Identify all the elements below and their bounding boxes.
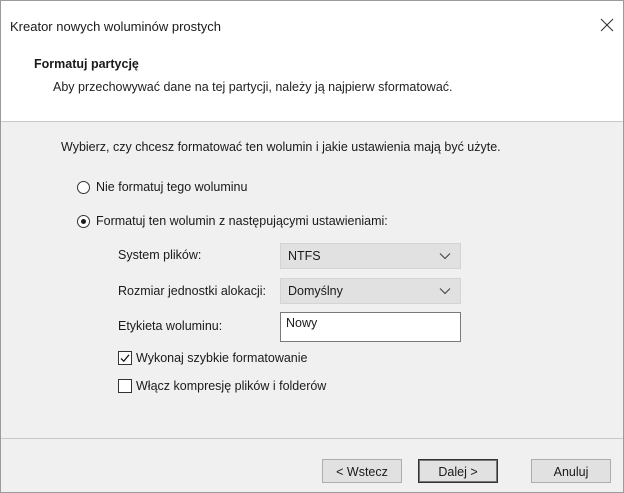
wizard-window: Kreator nowych woluminów prostych Format… bbox=[0, 0, 624, 493]
close-icon bbox=[600, 18, 614, 32]
filesystem-value: NTFS bbox=[288, 249, 321, 263]
back-button[interactable]: < Wstecz bbox=[322, 459, 402, 483]
compression-checkbox[interactable] bbox=[118, 379, 132, 393]
quick-format-checkbox[interactable] bbox=[118, 351, 132, 365]
allocation-value: Domyślny bbox=[288, 284, 343, 298]
quick-format-option[interactable]: Wykonaj szybkie formatowanie bbox=[118, 351, 307, 365]
filesystem-label: System plików: bbox=[118, 248, 202, 262]
cancel-button[interactable]: Anuluj bbox=[531, 459, 611, 483]
chevron-down-icon bbox=[430, 278, 460, 304]
next-button[interactable]: Dalej > bbox=[418, 459, 498, 483]
chevron-down-icon bbox=[430, 243, 460, 269]
checkmark-icon bbox=[120, 354, 130, 363]
quick-format-label: Wykonaj szybkie formatowanie bbox=[136, 351, 308, 365]
radio-format[interactable]: Formatuj ten wolumin z następującymi ust… bbox=[77, 214, 388, 228]
instruction-text: Wybierz, czy chcesz formatować ten wolum… bbox=[61, 140, 501, 154]
compression-label: Włącz kompresję plików i folderów bbox=[136, 379, 327, 393]
filesystem-select[interactable]: NTFS bbox=[280, 243, 461, 269]
volume-label-label: Etykieta woluminu: bbox=[118, 319, 223, 333]
volume-label-input[interactable]: Nowy bbox=[280, 312, 461, 342]
close-button[interactable] bbox=[597, 15, 617, 35]
radio-no-format[interactable]: Nie formatuj tego woluminu bbox=[77, 180, 247, 194]
radio-no-format-label: Nie formatuj tego woluminu bbox=[96, 180, 248, 194]
compression-option[interactable]: Włącz kompresję plików i folderów bbox=[118, 379, 326, 393]
wizard-content: Wybierz, czy chcesz formatować ten wolum… bbox=[1, 122, 623, 438]
window-title: Kreator nowych woluminów prostych bbox=[10, 19, 221, 34]
radio-button-selected[interactable] bbox=[77, 214, 90, 228]
allocation-select[interactable]: Domyślny bbox=[280, 278, 461, 304]
title-bar: Kreator nowych woluminów prostych bbox=[1, 1, 623, 43]
radio-format-label: Formatuj ten wolumin z następującymi ust… bbox=[96, 214, 388, 228]
page-subtitle: Aby przechowywać dane na tej partycji, n… bbox=[53, 80, 453, 94]
page-title: Formatuj partycję bbox=[34, 57, 139, 71]
wizard-footer: < Wstecz Dalej > Anuluj bbox=[1, 438, 623, 492]
wizard-header: Formatuj partycję Aby przechowywać dane … bbox=[1, 43, 623, 122]
allocation-label: Rozmiar jednostki alokacji: bbox=[118, 284, 266, 298]
radio-button[interactable] bbox=[77, 180, 90, 194]
